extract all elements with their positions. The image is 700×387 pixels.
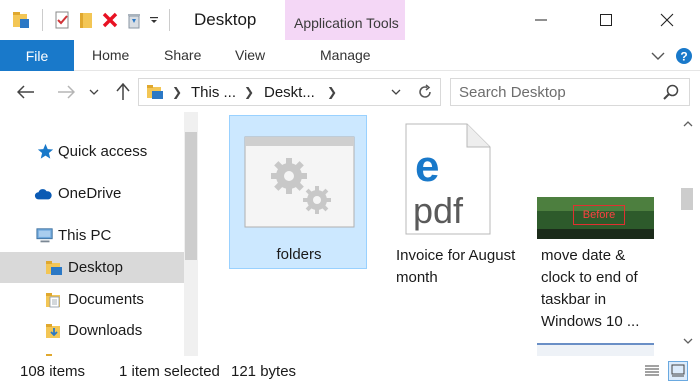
scrollbar-thumb[interactable] [185, 132, 197, 260]
selection-size: 121 bytes [231, 363, 297, 380]
forward-button[interactable] [56, 82, 76, 102]
ribbon-tab-bar: File Home Share View Manage ? [0, 40, 700, 71]
arrow-left-icon [17, 85, 34, 99]
file-name: folders [276, 246, 322, 263]
arrow-right-icon [58, 85, 75, 99]
search-input[interactable] [452, 80, 652, 104]
desktop-folder-icon [147, 85, 163, 99]
details-view-icon [645, 365, 659, 376]
file-name: move date & clock to end of taskbar in W… [541, 247, 640, 330]
minimize-icon [535, 19, 547, 21]
breadcrumb-this-pc[interactable]: This ... [191, 84, 236, 101]
delete-icon[interactable] [99, 9, 121, 31]
star-icon [36, 143, 54, 161]
up-button[interactable] [113, 82, 133, 102]
customize-dropdown-icon[interactable] [147, 9, 161, 31]
address-history-dropdown-icon[interactable] [391, 88, 401, 96]
chevron-down-icon [651, 52, 665, 60]
tab-share[interactable]: Share [164, 47, 201, 63]
tab-file[interactable]: File [0, 40, 74, 71]
nav-label: Desktop [68, 259, 124, 276]
close-icon [660, 13, 674, 27]
app-folder-icon[interactable] [10, 9, 32, 31]
file-view-scrollbar[interactable] [676, 112, 700, 356]
close-button[interactable] [644, 0, 690, 40]
title-bar: Desktop Application Tools [0, 0, 700, 40]
minimize-button[interactable] [518, 0, 564, 40]
svg-text:e: e [415, 142, 439, 191]
status-bar: 108 items 1 item selected 121 bytes [0, 356, 700, 387]
refresh-icon[interactable] [417, 84, 433, 100]
recent-locations-button[interactable] [87, 82, 101, 102]
large-icons-view-icon [671, 364, 685, 377]
desktop-folder-icon [45, 259, 63, 277]
file-item-folders[interactable]: folders [229, 115, 367, 269]
scroll-down-icon[interactable] [683, 338, 693, 345]
cloud-icon [34, 185, 52, 203]
recycle-bin-icon[interactable] [123, 9, 145, 31]
breadcrumb-desktop[interactable]: Deskt... [264, 84, 315, 101]
application-icon [244, 136, 355, 228]
pdf-file-icon: e pdf [405, 123, 491, 235]
breadcrumb-separator-icon: ❯ [244, 85, 255, 99]
breadcrumb-separator-icon: ❯ [327, 85, 338, 99]
selection-count: 1 item selected [119, 363, 220, 380]
help-button[interactable]: ? [674, 46, 694, 66]
documents-icon [45, 291, 63, 309]
arrow-up-icon [116, 83, 130, 100]
svg-text:?: ? [680, 50, 687, 64]
nav-label: Documents [68, 291, 144, 308]
context-tab-application-tools[interactable]: Application Tools [285, 0, 405, 40]
nav-label: OneDrive [58, 185, 122, 202]
nav-item-this-pc[interactable]: This PC [0, 220, 184, 251]
thumbnail-text: Before [573, 205, 625, 225]
nav-item-documents[interactable]: Documents [0, 284, 184, 315]
nav-label: Quick access [58, 143, 148, 160]
downloads-icon [45, 322, 63, 340]
nav-item-onedrive[interactable]: OneDrive [0, 178, 184, 209]
tab-manage[interactable]: Manage [320, 47, 371, 63]
computer-icon [36, 227, 54, 245]
scrollbar-thumb[interactable] [681, 188, 693, 210]
nav-label: This PC [58, 227, 112, 244]
nav-label: Downloads [68, 322, 143, 339]
file-view: folders e pdf Invoice for August month B… [198, 112, 676, 356]
nav-item-quick-access[interactable]: Quick access [0, 136, 184, 167]
breadcrumb-separator-icon: ❯ [172, 85, 183, 99]
file-item-screenshot[interactable]: Before move date & clock to end of taskb… [536, 115, 674, 330]
search-icon[interactable] [663, 84, 679, 100]
large-icons-view-button[interactable] [668, 361, 688, 381]
tab-home[interactable]: Home [92, 47, 129, 63]
toolbar-separator [169, 9, 170, 31]
back-button[interactable] [16, 82, 36, 102]
file-name: Invoice for August month [396, 247, 516, 286]
image-thumbnail: Before [537, 197, 654, 239]
nav-item-downloads[interactable]: Downloads [0, 315, 184, 346]
chevron-down-icon [89, 89, 99, 95]
quick-access-toolbar [10, 8, 178, 32]
scroll-up-icon[interactable] [683, 120, 693, 127]
image-thumbnail [537, 343, 654, 356]
maximize-button[interactable] [583, 0, 629, 40]
file-item-invoice[interactable]: e pdf Invoice for August month [391, 115, 529, 286]
address-row: ❯ This ... ❯ Deskt... ❯ [0, 72, 700, 112]
item-count: 108 items [20, 363, 86, 380]
help-icon: ? [676, 48, 692, 64]
address-bar[interactable]: ❯ This ... ❯ Deskt... ❯ [138, 78, 441, 106]
toolbar-separator [42, 9, 43, 31]
window-title: Desktop [194, 10, 257, 29]
pdf-icon-label: pdf [413, 190, 464, 231]
expand-ribbon-button[interactable] [648, 46, 668, 66]
new-folder-icon[interactable] [75, 9, 97, 31]
context-tab-label: Application Tools [294, 15, 399, 31]
nav-pane-scrollbar[interactable] [184, 112, 198, 356]
navigation-pane: Quick access OneDrive This PC Desktop Do… [0, 112, 198, 356]
properties-icon[interactable] [51, 9, 73, 31]
tab-view[interactable]: View [235, 47, 265, 63]
maximize-icon [600, 14, 612, 26]
nav-item-desktop[interactable]: Desktop [0, 252, 184, 283]
details-view-button[interactable] [642, 361, 662, 381]
search-box[interactable] [450, 78, 690, 106]
